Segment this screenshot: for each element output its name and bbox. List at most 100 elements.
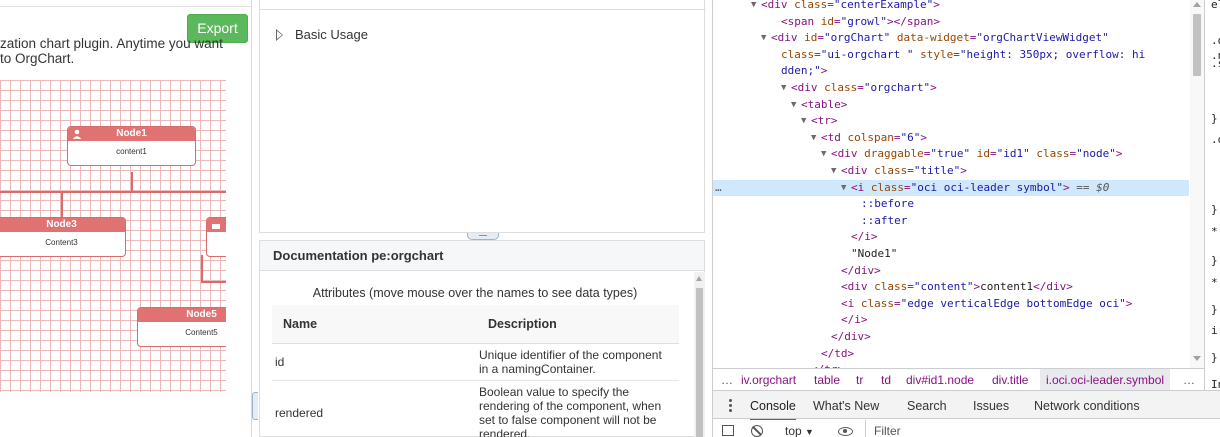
dom-node[interactable]: ::after [713,213,1189,230]
elements-scrollbar[interactable] [1190,0,1204,368]
table-row: rendered Boolean value to specify the re… [272,380,679,437]
breadcrumb-item[interactable]: … [1183,369,1195,390]
accordion-panel: Basic Usage [259,0,706,233]
attribute-name[interactable]: rendered [272,380,477,437]
tab-issues[interactable]: Issues [973,399,1009,413]
expand-triangle-icon[interactable]: ▼ [751,0,756,14]
documentation-scrollbar[interactable] [694,272,705,437]
more-options-icon[interactable] [729,399,732,412]
dom-node-selected[interactable]: … ▼ <i class="oci oci-leader symbol"> == $… [713,179,1189,197]
scrollbar-thumb[interactable] [1193,14,1201,76]
node-content: content1 [116,147,147,156]
breadcrumb-item[interactable]: div.title [992,369,1028,390]
breadcrumb-item[interactable]: td [881,369,891,390]
dom-node[interactable]: dden;"> [713,63,1189,80]
scrollbar-thumb[interactable] [696,288,703,437]
dom-node[interactable]: ▼ <div class="centerExample"> [713,0,1189,14]
style-rule-fragment: } [1211,303,1218,316]
dom-node[interactable]: </i> [713,229,1189,246]
edge-line [131,172,133,192]
style-rule-fragment: } [1211,112,1218,125]
orgchart-node-partial[interactable] [206,217,226,257]
dom-node[interactable]: ▼ <table> [713,97,1189,114]
dom-node[interactable]: ▼ <div class="title"> [713,163,1189,180]
drawer-tabbar: Console What's New Search Issues Network… [713,390,1220,421]
orgchart-node[interactable]: Node3 Content3 [0,217,126,257]
user-icon [72,129,82,139]
breadcrumb-item[interactable]: div#id1.node [906,369,974,390]
splitter-handle[interactable] [467,233,499,240]
expand-triangle-icon[interactable]: ▼ [791,97,796,114]
dom-node[interactable]: <i class="edge verticalEdge bottomEdge o… [713,296,1189,313]
elements-tree[interactable]: ▼ <div class="centerExample"> <span id="gr… [713,0,1189,368]
dom-node[interactable]: class="ui-orgchart " style="height: 350p… [713,47,1189,64]
styles-pane[interactable]: el.o.n.s}.o}*}*}i}In [1204,0,1220,390]
filter-input[interactable]: Filter [865,420,1205,437]
context-label: top [785,424,802,437]
context-selector[interactable]: top ▼ [785,424,814,437]
scroll-up-arrow-icon[interactable] [696,276,702,281]
column-header-name: Name [272,305,477,344]
style-rule-fragment: i [1211,324,1218,337]
expand-triangle-icon[interactable]: ▼ [811,130,816,147]
dom-node[interactable]: ▼ <div class="orgchart"> [713,80,1189,97]
orgchart-node[interactable]: Node1 content1 [67,126,196,166]
expand-triangle-icon[interactable]: ▼ [841,180,846,197]
expand-triangle-icon[interactable]: ▼ [821,146,826,163]
expand-triangle-icon[interactable]: ▼ [761,30,766,47]
dom-node[interactable]: <span id="growl"></span> [713,14,1189,31]
dom-node[interactable]: ▼ <div id="orgChart" data-widget="orgChar… [713,30,1189,47]
dom-node[interactable]: "Node1" [713,246,1189,263]
orgchart-node[interactable]: Node5 Content5 [137,307,226,347]
tab-console[interactable]: Console [750,399,796,421]
column-header-description: Description [477,305,679,344]
eye-icon[interactable] [838,427,853,436]
edge-line [201,255,203,282]
style-rule-fragment: } [1211,351,1218,364]
dom-node[interactable]: <div class="content">content1</div> [713,279,1189,296]
node-title-text: Node3 [46,219,77,230]
tab-network-conditions[interactable]: Network conditions [1034,399,1140,413]
tab-search[interactable]: Search [907,399,947,413]
basic-usage-toggle[interactable]: Basic Usage [276,27,368,42]
divider [0,6,251,7]
orgchart-canvas[interactable]: Node1 content1 Node3 Content3 Node5 Cont… [0,80,226,392]
divider [260,9,706,10]
scroll-up-arrow-icon[interactable] [1193,2,1201,7]
style-rule-fragment: el [1211,0,1220,11]
dom-node[interactable]: ::before [713,196,1189,213]
expand-triangle-icon[interactable]: ▼ [831,163,836,180]
edge-line [201,281,226,283]
breadcrumb: … iv.orgchart table tr td div#id1.node div.tit… [713,368,1204,390]
dom-node[interactable]: </div> [713,263,1189,280]
documentation-body: Attributes (move mouse over the names to… [260,272,692,437]
dom-node[interactable]: ▼ <td colspan="6"> [713,130,1189,147]
dom-node[interactable]: ▼ <tr> [713,113,1189,130]
expand-triangle-icon[interactable]: ▼ [801,113,806,130]
style-rule-fragment: .s [1211,57,1220,70]
dom-node[interactable]: </td> [713,346,1189,363]
style-rule-fragment: .o [1211,133,1220,146]
node-title-text: Node5 [186,309,217,320]
sidebar-toggle-icon[interactable] [722,425,734,436]
clear-console-icon[interactable] [751,425,763,437]
scroll-down-arrow-icon[interactable] [1193,356,1201,361]
edge-line [0,191,226,193]
breadcrumb-item[interactable]: … [721,369,733,390]
breadcrumb-item[interactable]: iv.orgchart [741,369,796,390]
node-title [207,218,226,232]
breadcrumb-item[interactable]: table [814,369,840,390]
chevron-down-icon: ▼ [805,427,814,437]
more-icon[interactable]: … [715,180,722,197]
dom-node[interactable]: </div> [713,329,1189,346]
orgchart-demo-panel: Export zation chart plugin. Anytime you … [0,0,252,437]
intro-line-1: zation chart plugin. Anytime you want [0,36,223,51]
table-row: id Unique identifier of the component in… [272,343,679,381]
dom-node[interactable]: </i> [713,312,1189,329]
breadcrumb-item[interactable]: i.oci.oci-leader.symbol [1040,369,1171,390]
dom-node[interactable]: ▼ <div draggable="true" id="id1" class="n… [713,146,1189,163]
expand-triangle-icon[interactable]: ▼ [781,80,786,97]
attribute-name[interactable]: id [272,343,477,381]
tab-whats-new[interactable]: What's New [813,399,879,413]
breadcrumb-item[interactable]: tr [856,369,863,390]
